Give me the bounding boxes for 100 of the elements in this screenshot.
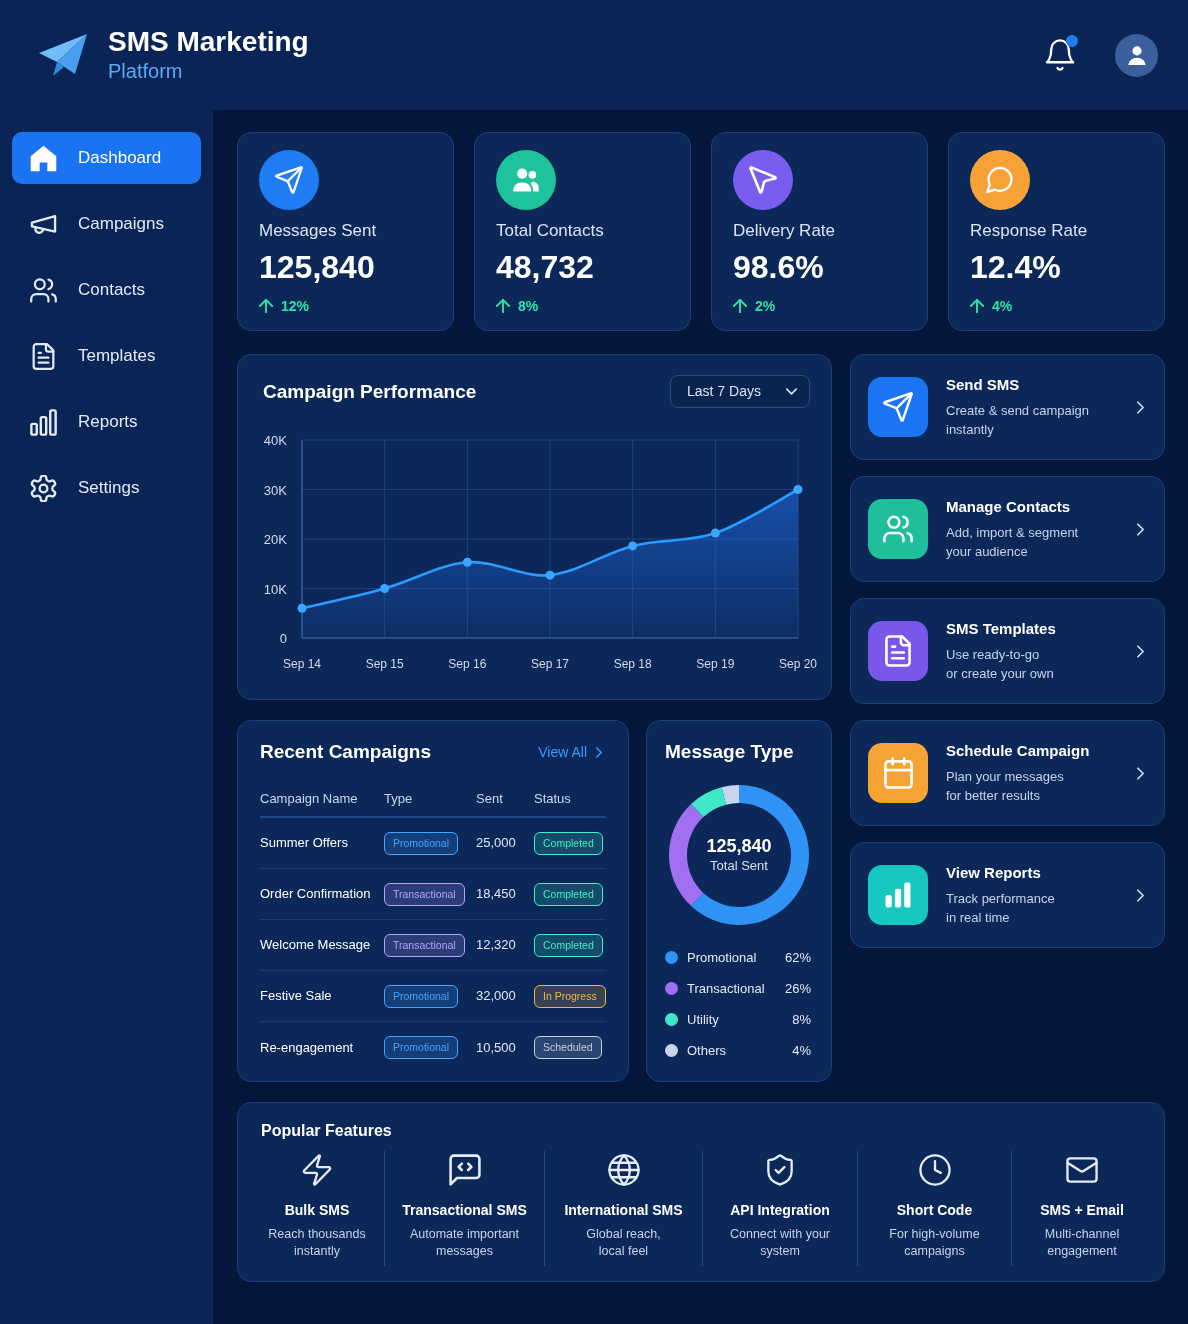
chevron-right-icon (1137, 888, 1144, 902)
table-cell-text: 18,450 (476, 885, 516, 904)
status-tag: Completed (534, 831, 603, 855)
data-point (793, 485, 803, 494)
table-cell-text: Re-engagement (260, 1038, 354, 1057)
feature-description: Automate important messages (409, 1226, 520, 1260)
shield-check-icon (764, 1154, 796, 1186)
type-tag: Promotional (384, 831, 459, 855)
feature-title: International SMS (564, 1201, 683, 1220)
feature-title: SMS + Email (1040, 1201, 1124, 1220)
y-axis-label: 30K (263, 482, 287, 498)
stat-change: 4% (992, 297, 1013, 315)
section-title: Message Type (664, 740, 795, 764)
clock-icon (918, 1154, 951, 1186)
table-cell-text: 12,320 (476, 936, 516, 955)
legend-label: Promotional (687, 948, 757, 967)
legend-value: 26% (784, 979, 811, 998)
table-cell-text: Order Confirmation (260, 885, 371, 904)
type-tag: Promotional (384, 984, 459, 1008)
x-axis-label: Sep 20 (779, 657, 817, 671)
action-card[interactable]: Schedule Campaign Plan your messages for better results (850, 720, 1165, 826)
chevron-right-icon (1137, 400, 1144, 414)
action-title: View Reports (946, 863, 1042, 883)
app-subtitle: Platform (108, 59, 184, 84)
stat-label: Response Rate (970, 220, 1088, 242)
status-tag: Scheduled (534, 1036, 602, 1059)
feature-title: Short Code (896, 1201, 973, 1220)
date-range-dropdown[interactable]: Last 7 Days (670, 375, 810, 408)
action-title: Send SMS (946, 375, 1021, 395)
legend-value: 4% (792, 1041, 811, 1060)
arrow-up-icon (496, 299, 510, 313)
column-header: Status (534, 790, 571, 809)
stat-value: 48,732 (496, 248, 594, 286)
x-axis-label: Sep 14 (283, 657, 321, 671)
document-icon (30, 342, 57, 370)
section-title: Recent Campaigns (260, 740, 432, 764)
feature-title: API Integration (730, 1201, 830, 1220)
users-icon (30, 276, 57, 304)
status-tag: In Progress (534, 984, 606, 1008)
action-description: Use ready-to-go or create your own (946, 646, 1055, 683)
chart-title: Campaign Performance (263, 379, 477, 404)
arrow-up-icon (259, 299, 273, 313)
x-axis-label: Sep 18 (613, 657, 652, 671)
y-axis-label: 10K (263, 581, 287, 597)
x-axis-label: Sep 15 (365, 657, 404, 671)
table-cell-text: 32,000 (476, 987, 516, 1006)
action-card[interactable]: View Reports Track performance in real time (850, 842, 1165, 948)
status-tag: Completed (534, 882, 603, 906)
nav-item[interactable]: Reports (12, 396, 201, 448)
type-tag: Promotional (384, 1036, 459, 1059)
view-all-link[interactable]: View All (538, 741, 602, 763)
action-card[interactable]: Manage Contacts Add, import & segment your audience (850, 476, 1165, 582)
action-card[interactable]: Send SMS Create & send campaign instantly (850, 354, 1165, 460)
arrow-up-icon (970, 299, 984, 313)
stat-change: 8% (518, 297, 539, 315)
bell-icon[interactable] (1045, 39, 1075, 71)
nav-item[interactable]: Templates (12, 330, 201, 382)
table-cell-text: 10,500 (476, 1038, 516, 1057)
action-title: Manage Contacts (946, 497, 1072, 517)
type-tag: Transactional (384, 882, 465, 906)
bar-chart-icon (30, 408, 57, 436)
stat-label: Messages Sent (259, 220, 377, 242)
table-cell-text: Welcome Message (260, 936, 371, 955)
envelope-icon (1066, 1154, 1098, 1186)
action-description: Create & send campaign instantly (946, 402, 1090, 439)
data-point (710, 528, 720, 538)
column-header: Campaign Name (260, 790, 358, 809)
column-header: Sent (476, 790, 503, 809)
feature-description: Reach thousands instantly (268, 1226, 366, 1260)
code-message-icon (448, 1154, 481, 1186)
section-title: Popular Features (260, 1121, 393, 1141)
legend-label: Others (687, 1041, 726, 1060)
stat-label: Delivery Rate (733, 220, 836, 242)
data-point (628, 541, 638, 551)
avatar-icon[interactable] (1115, 33, 1158, 77)
status-tag: Completed (534, 933, 603, 957)
feature-title: Bulk SMS (284, 1201, 350, 1220)
table-cell-text: 25,000 (476, 834, 516, 853)
nav-item[interactable]: Dashboard (12, 132, 201, 184)
table-cell-text: Festive Sale (260, 987, 332, 1006)
x-axis-label: Sep 17 (531, 657, 569, 671)
stat-change: 2% (755, 297, 776, 315)
nav-item[interactable]: Contacts (12, 264, 201, 316)
chevron-right-icon (596, 746, 602, 758)
action-description: Track performance in real time (946, 890, 1055, 927)
nav-item[interactable]: Campaigns (12, 198, 201, 250)
total-value: 125,840 (706, 835, 772, 857)
x-axis-label: Sep 16 (448, 657, 487, 671)
feature-description: Connect with your system (729, 1226, 831, 1260)
app-title: SMS Marketing (108, 26, 309, 58)
column-header: Type (384, 790, 413, 809)
paper-plane-icon (38, 33, 88, 77)
action-card[interactable]: SMS Templates Use ready-to-go or create your own (850, 598, 1165, 704)
chevron-right-icon (1137, 644, 1144, 658)
home-icon (30, 144, 57, 172)
data-point (545, 570, 555, 580)
table-cell-text: Summer Offers (260, 834, 348, 853)
nav-item[interactable]: Settings (12, 462, 201, 514)
action-description: Plan your messages for better results (946, 768, 1065, 805)
x-axis-label: Sep 19 (696, 657, 735, 671)
